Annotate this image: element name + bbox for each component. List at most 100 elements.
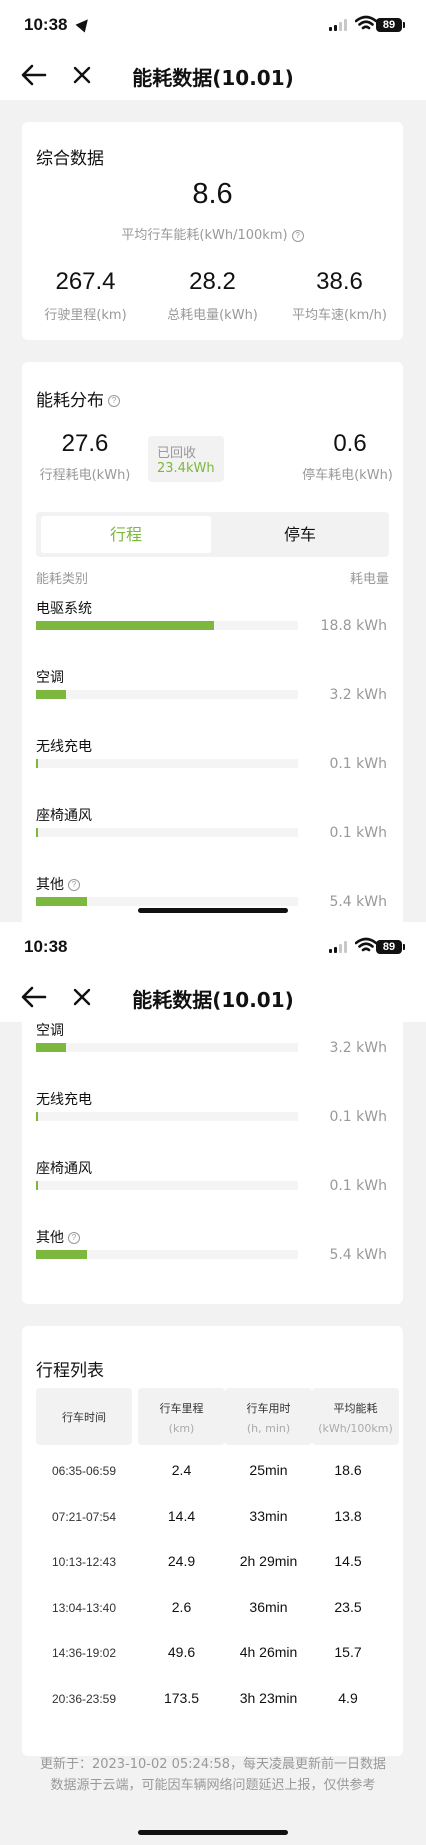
- cell-time: 10:13-12:43: [51, 1555, 117, 1569]
- help-icon[interactable]: ?: [68, 879, 80, 891]
- recovered-badge: 已回收 23.4kWh: [148, 436, 224, 482]
- bar-fill: [36, 1181, 38, 1190]
- category-name: 无线充电: [36, 1092, 92, 1108]
- avg-speed-value: 38.6: [316, 268, 363, 295]
- summary-title: 综合数据: [36, 149, 104, 169]
- category-row: 座椅通风 0.1 kWh: [36, 1158, 389, 1218]
- distribution-title-text: 能耗分布: [36, 391, 104, 411]
- category-name-wrap[interactable]: 其他?: [36, 874, 80, 894]
- bar-track: [36, 1181, 298, 1190]
- table-header-distance: 行车里程 (km): [138, 1388, 225, 1445]
- status-time: 10:38: [24, 937, 68, 956]
- park-consumption-label: 停车耗电(kWh): [302, 468, 393, 483]
- cell-efficiency: 4.9: [338, 1690, 358, 1706]
- category-value: 18.8 kWh: [320, 618, 387, 634]
- cell-distance: 24.9: [167, 1553, 196, 1569]
- wifi-icon: [355, 937, 377, 952]
- bar-track: [36, 759, 298, 768]
- bar-fill: [36, 690, 66, 699]
- category-row: 电驱系统 18.8 kWh: [36, 598, 389, 658]
- footer-line-2: 数据源于云端，可能因车辆网络问题延迟上报，仅供参考: [50, 1778, 376, 1793]
- category-value: 5.4 kWh: [329, 894, 387, 910]
- category-row: 无线充电 0.1 kWh: [36, 1089, 389, 1149]
- cell-time: 06:35-06:59: [51, 1464, 117, 1478]
- table-header-time: 行车时间: [36, 1388, 132, 1445]
- status-time: 10:38: [24, 15, 68, 34]
- nav-bar: 能耗数据(10.01): [0, 50, 426, 100]
- home-indicator: [138, 1830, 288, 1835]
- park-consumption-value: 0.6: [333, 430, 367, 457]
- table-row[interactable]: 14:36-19:02 49.6 4h 26min 15.7: [36, 1634, 389, 1674]
- wifi-icon: [355, 15, 377, 30]
- bar-fill: [36, 759, 38, 768]
- status-bar: 10:38 89: [0, 0, 426, 50]
- category-value: 0.1 kWh: [329, 1178, 387, 1194]
- cell-distance: 14.4: [167, 1508, 196, 1524]
- tab-trip[interactable]: 行程: [41, 516, 211, 553]
- table-row[interactable]: 20:36-23:59 173.5 3h 23min 4.9: [36, 1680, 389, 1720]
- status-bar: 10:38 89: [0, 922, 426, 972]
- update-footer: 更新于：2023-10-02 05:24:58，每天凌晨更新前一日数据 数据源于…: [0, 1754, 426, 1796]
- table-header-duration: 行车用时 (h, min): [225, 1388, 312, 1445]
- drive-consumption-label: 行程耗电(kWh): [39, 468, 131, 483]
- cell-time: 20:36-23:59: [51, 1692, 117, 1706]
- cellular-signal-icon: [329, 941, 349, 953]
- cell-duration: 25min: [249, 1462, 288, 1478]
- cell-distance: 49.6: [167, 1644, 196, 1660]
- cell-duration: 3h 23min: [239, 1690, 298, 1706]
- home-indicator: [138, 908, 288, 913]
- distribution-title[interactable]: 能耗分布?: [36, 386, 120, 411]
- cell-efficiency: 18.6: [334, 1462, 362, 1478]
- screenshot-top: 10:38 89 能耗数据(10.01) 综合数据 8.6 平均行车能耗(kWh…: [0, 0, 426, 922]
- category-value: 0.1 kWh: [329, 825, 387, 841]
- cell-efficiency: 23.5: [334, 1599, 362, 1615]
- category-header: 能耗类别: [36, 572, 89, 587]
- header-unit: (kWh/100km): [318, 1422, 393, 1435]
- bar-fill: [36, 621, 214, 630]
- help-icon[interactable]: ?: [291, 229, 304, 242]
- bar-fill: [36, 1112, 38, 1121]
- drive-consumption-value: 27.6: [61, 430, 109, 457]
- cell-efficiency: 14.5: [334, 1553, 362, 1569]
- table-row[interactable]: 07:21-07:54 14.4 33min 13.8: [36, 1498, 389, 1538]
- category-name-wrap[interactable]: 其他?: [36, 1227, 80, 1247]
- category-row: 其他? 5.4 kWh: [36, 1227, 389, 1287]
- tab-parking[interactable]: 停车: [216, 516, 384, 553]
- cell-efficiency: 13.8: [334, 1508, 362, 1524]
- avg-consumption-value: 8.6: [192, 178, 233, 210]
- category-name: 无线充电: [36, 739, 92, 755]
- category-name: 空调: [36, 670, 64, 686]
- nav-bar: 能耗数据(10.01): [0, 972, 426, 1022]
- table-row[interactable]: 06:35-06:59 2.4 25min 18.6: [36, 1452, 389, 1492]
- help-icon[interactable]: ?: [68, 1232, 80, 1244]
- avg-consumption-label[interactable]: 平均行车能耗(kWh/100km)?: [22, 224, 403, 243]
- header-label: 平均能耗: [333, 1402, 378, 1415]
- category-row: 空调 3.2 kWh: [36, 1020, 389, 1080]
- value-header: 耗电量: [349, 572, 389, 587]
- table-row[interactable]: 10:13-12:43 24.9 2h 29min 14.5: [36, 1543, 389, 1583]
- bar-track: [36, 1112, 298, 1121]
- help-icon[interactable]: ?: [108, 395, 120, 407]
- category-value: 3.2 kWh: [329, 1040, 387, 1056]
- cell-time: 07:21-07:54: [51, 1510, 117, 1524]
- header-label: 行车时间: [62, 1411, 106, 1424]
- bar-track: [36, 897, 298, 906]
- cell-distance: 2.6: [171, 1599, 192, 1615]
- distribution-card: 能耗分布? 27.6 行程耗电(kWh) 已回收 23.4kWh 0.6 停车耗…: [22, 362, 403, 922]
- bar-fill: [36, 828, 38, 837]
- category-value: 0.1 kWh: [329, 1109, 387, 1125]
- bar-fill: [36, 1043, 66, 1052]
- table-row[interactable]: 13:04-13:40 2.6 36min 23.5: [36, 1589, 389, 1629]
- summary-card: 综合数据 8.6 平均行车能耗(kWh/100km)? 267.4 行驶里程(k…: [22, 122, 403, 340]
- avg-consumption-label-text: 平均行车能耗(kWh/100km): [121, 228, 288, 243]
- battery-icon: 89: [376, 18, 405, 32]
- bar-track: [36, 1043, 298, 1052]
- battery-icon: 89: [376, 940, 405, 954]
- bar-track: [36, 828, 298, 837]
- mileage-value: 267.4: [55, 268, 116, 295]
- footer-line-1: 更新于：2023-10-02 05:24:58，每天凌晨更新前一日数据: [39, 1757, 387, 1772]
- trip-list-card: 行程列表 行车时间 行车里程 (km) 行车用时 (h, min) 平均能耗 (…: [22, 1326, 403, 1756]
- category-row: 其他? 5.4 kWh: [36, 874, 389, 922]
- cell-duration: 2h 29min: [239, 1553, 298, 1569]
- cell-efficiency: 15.7: [334, 1644, 362, 1660]
